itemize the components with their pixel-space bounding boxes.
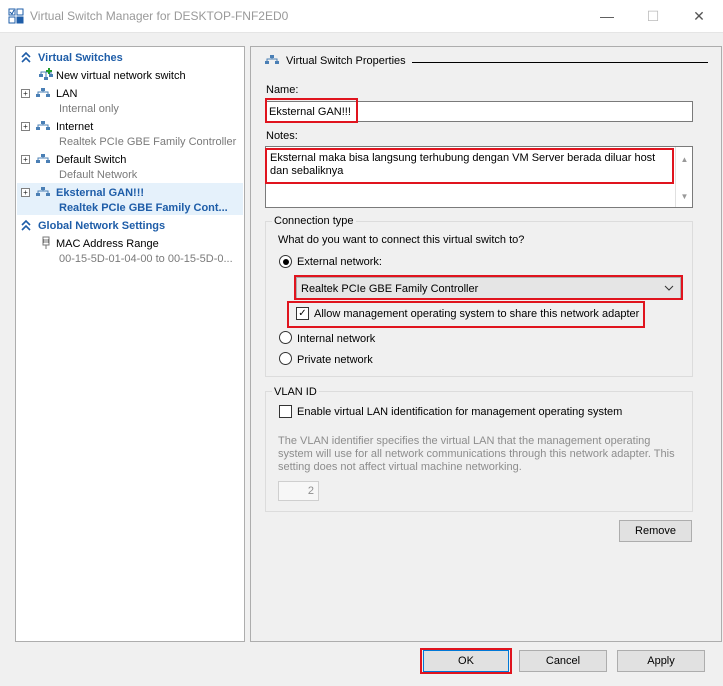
mac-range-label: MAC Address Range	[56, 238, 159, 250]
switch-item-internet[interactable]: + Internet Realtek PCIe GBE Family Contr…	[16, 119, 244, 151]
external-network-radio[interactable]	[279, 255, 292, 268]
expand-toggle[interactable]: +	[21, 122, 30, 131]
virtual-switches-header[interactable]: Virtual Switches	[16, 51, 244, 66]
switch-item-lan[interactable]: + LAN Internal only	[16, 86, 244, 118]
internal-network-radio[interactable]	[279, 331, 292, 344]
notes-field-value: Eksternal maka bisa langsung terhubung d…	[270, 152, 656, 177]
vlan-legend: VLAN ID	[272, 386, 319, 398]
new-virtual-switch-item[interactable]: New virtual network switch	[16, 68, 244, 84]
cancel-button[interactable]: Cancel	[519, 650, 607, 672]
close-button[interactable]: ✕	[676, 0, 722, 32]
virtual-switch-manager-icon	[8, 8, 24, 24]
private-network-label[interactable]: Private network	[297, 354, 373, 366]
switch-type: Internal only	[59, 103, 119, 115]
network-switch-icon	[36, 88, 50, 97]
private-network-radio[interactable]	[279, 352, 292, 365]
switch-item-default[interactable]: + Default Switch Default Network	[16, 152, 244, 184]
connection-type-legend: Connection type	[272, 215, 356, 227]
new-switch-label: New virtual network switch	[56, 70, 186, 82]
properties-header: Virtual Switch Properties	[286, 55, 406, 67]
notes-field[interactable]: Eksternal maka bisa langsung terhubung d…	[265, 146, 693, 208]
notes-label: Notes:	[266, 130, 298, 142]
chevron-down-icon	[664, 285, 674, 291]
apply-button[interactable]: Apply	[617, 650, 705, 672]
expand-toggle[interactable]: +	[21, 155, 30, 164]
switch-type: Realtek PCIe GBE Family Controller	[59, 136, 237, 148]
network-switch-icon	[36, 187, 50, 196]
global-network-settings-label: Global Network Settings	[38, 220, 166, 232]
network-switch-icon	[265, 55, 279, 64]
header-divider	[412, 62, 708, 63]
scroll-down-icon[interactable]: ▼	[676, 192, 693, 201]
switch-name: LAN	[56, 88, 78, 100]
expand-toggle[interactable]: +	[21, 188, 30, 197]
switch-type: Realtek PCIe GBE Family Cont...	[59, 202, 228, 214]
network-switch-icon	[36, 154, 50, 163]
maximize-button[interactable]: ☐	[630, 0, 676, 32]
switch-item-eksternal[interactable]: + Eksternal GAN!!! Realtek PCIe GBE Fami…	[16, 185, 244, 217]
network-switch-icon	[36, 121, 50, 130]
mac-address-range-item[interactable]: MAC Address Range 00-15-5D-01-04-00 to 0…	[16, 236, 244, 268]
name-label: Name:	[266, 84, 299, 96]
network-adapter-icon	[42, 236, 50, 249]
switch-tree[interactable]: Virtual Switches New virtual network swi…	[15, 46, 245, 642]
enable-vlan-label[interactable]: Enable virtual LAN identification for ma…	[297, 406, 622, 418]
minimize-button[interactable]: —	[584, 0, 630, 32]
allow-management-label[interactable]: Allow management operating system to sha…	[314, 308, 639, 320]
allow-management-checkbox[interactable]: ✓	[296, 307, 309, 320]
virtual-switches-label: Virtual Switches	[38, 52, 123, 64]
new-switch-icon	[39, 68, 53, 80]
switch-type: Default Network	[59, 169, 138, 181]
enable-vlan-checkbox[interactable]	[279, 405, 292, 418]
switch-name: Internet	[56, 121, 94, 133]
internal-network-label[interactable]: Internal network	[297, 333, 375, 345]
window-title: Virtual Switch Manager for DESKTOP-FNF2E…	[30, 9, 289, 23]
name-field-value: Eksternal GAN!!!	[269, 106, 351, 118]
collapse-chevron-icon	[21, 219, 31, 231]
notes-scrollbar[interactable]: ▲ ▼	[675, 147, 693, 207]
global-network-settings-header[interactable]: Global Network Settings	[16, 219, 244, 234]
remove-button[interactable]: Remove	[619, 520, 692, 542]
vlan-description: The VLAN identifier specifies the virtua…	[278, 435, 675, 473]
switch-name: Eksternal GAN!!!	[56, 187, 145, 199]
name-field[interactable]: Eksternal GAN!!!	[265, 101, 693, 122]
adapter-select[interactable]: Realtek PCIe GBE Family Controller	[296, 277, 681, 299]
switch-name: Default Switch	[56, 154, 127, 166]
connection-question: What do you want to connect this virtual…	[278, 234, 525, 246]
mac-range-value: 00-15-5D-01-04-00 to 00-15-5D-0...	[59, 253, 233, 265]
adapter-select-value: Realtek PCIe GBE Family Controller	[301, 283, 479, 295]
ok-button[interactable]: OK	[423, 650, 509, 672]
scroll-up-icon[interactable]: ▲	[676, 155, 693, 164]
external-network-label[interactable]: External network:	[297, 256, 382, 268]
collapse-chevron-icon	[21, 51, 31, 63]
vlan-id-field[interactable]: 2	[278, 481, 319, 501]
expand-toggle[interactable]: +	[21, 89, 30, 98]
title-bar: Virtual Switch Manager for DESKTOP-FNF2E…	[0, 0, 723, 33]
